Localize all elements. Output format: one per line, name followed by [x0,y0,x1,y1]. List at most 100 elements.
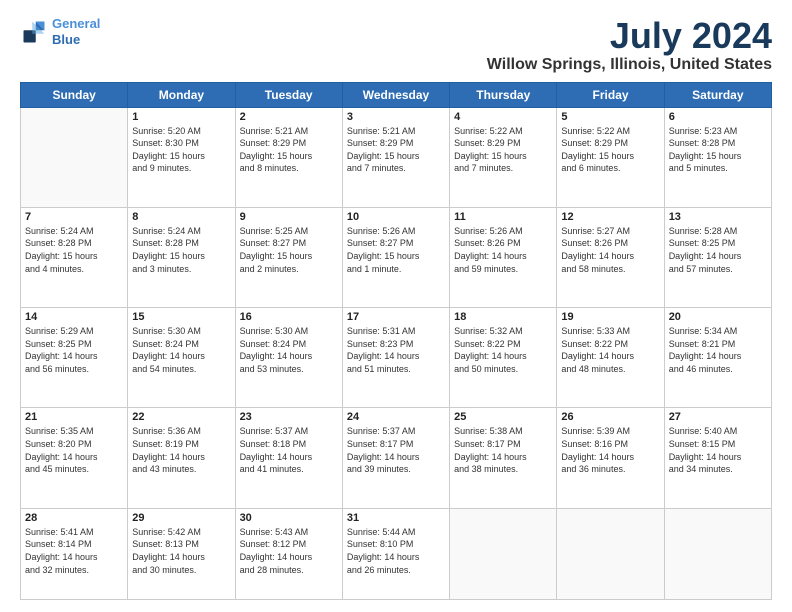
logo-text: General Blue [52,16,100,47]
day-info: Sunrise: 5:23 AM Sunset: 8:28 PM Dayligh… [669,125,767,175]
day-number: 29 [132,512,230,524]
day-info: Sunrise: 5:22 AM Sunset: 8:29 PM Dayligh… [454,125,552,175]
calendar-table: SundayMondayTuesdayWednesdayThursdayFrid… [20,82,772,600]
day-info: Sunrise: 5:37 AM Sunset: 8:17 PM Dayligh… [347,425,445,475]
day-number: 19 [561,311,659,323]
calendar-cell: 12 Sunrise: 5:27 AM Sunset: 8:26 PM Dayli… [557,207,664,307]
day-info: Sunrise: 5:28 AM Sunset: 8:25 PM Dayligh… [669,225,767,275]
day-info: Sunrise: 5:34 AM Sunset: 8:21 PM Dayligh… [669,325,767,375]
calendar-cell: 18 Sunrise: 5:32 AM Sunset: 8:22 PM Dayli… [450,308,557,408]
day-info: Sunrise: 5:38 AM Sunset: 8:17 PM Dayligh… [454,425,552,475]
calendar-day-header: Sunday [21,82,128,107]
logo-icon [20,18,48,46]
calendar-cell: 25 Sunrise: 5:38 AM Sunset: 8:17 PM Dayli… [450,408,557,508]
day-number: 22 [132,411,230,423]
calendar-cell: 17 Sunrise: 5:31 AM Sunset: 8:23 PM Dayli… [342,308,449,408]
calendar-cell: 10 Sunrise: 5:26 AM Sunset: 8:27 PM Dayli… [342,207,449,307]
calendar-cell [450,508,557,599]
calendar-day-header: Thursday [450,82,557,107]
calendar-week-row: 21 Sunrise: 5:35 AM Sunset: 8:20 PM Dayli… [21,408,772,508]
day-number: 31 [347,512,445,524]
day-number: 13 [669,211,767,223]
calendar-cell: 2Sunrise: 5:21 AM Sunset: 8:29 PM Daylig… [235,107,342,207]
calendar-header-row: SundayMondayTuesdayWednesdayThursdayFrid… [21,82,772,107]
day-info: Sunrise: 5:27 AM Sunset: 8:26 PM Dayligh… [561,225,659,275]
calendar-day-header: Monday [128,82,235,107]
day-number: 24 [347,411,445,423]
calendar-cell: 4 Sunrise: 5:22 AM Sunset: 8:29 PM Daylig… [450,107,557,207]
day-number: 25 [454,411,552,423]
day-number: 20 [669,311,767,323]
header: General Blue July 2024 Willow Springs, I… [20,16,772,74]
day-info: Sunrise: 5:41 AM Sunset: 8:14 PM Dayligh… [25,526,123,576]
logo: General Blue [20,16,100,47]
day-info: Sunrise: 5:42 AM Sunset: 8:13 PM Dayligh… [132,526,230,576]
calendar-cell: 20 Sunrise: 5:34 AM Sunset: 8:21 PM Dayli… [664,308,771,408]
day-number: 23 [240,411,338,423]
day-info: Sunrise: 5:24 AM Sunset: 8:28 PM Dayligh… [132,225,230,275]
calendar-day-header: Tuesday [235,82,342,107]
day-number: 17 [347,311,445,323]
calendar-day-header: Wednesday [342,82,449,107]
day-number: 1 [132,111,230,123]
calendar-day-header: Saturday [664,82,771,107]
day-number: 5 [561,111,659,123]
day-info: Sunrise: 5:43 AM Sunset: 8:12 PM Dayligh… [240,526,338,576]
day-info: Sunrise: 5:31 AM Sunset: 8:23 PM Dayligh… [347,325,445,375]
page: General Blue July 2024 Willow Springs, I… [0,0,792,612]
day-info: Sunrise: 5:30 AM Sunset: 8:24 PM Dayligh… [240,325,338,375]
day-number: 16 [240,311,338,323]
day-number: 4 [454,111,552,123]
day-number: 3 [347,111,445,123]
calendar-cell: 14Sunrise: 5:29 AM Sunset: 8:25 PM Dayli… [21,308,128,408]
calendar-cell: 19 Sunrise: 5:33 AM Sunset: 8:22 PM Dayli… [557,308,664,408]
calendar-cell: 8 Sunrise: 5:24 AM Sunset: 8:28 PM Daylig… [128,207,235,307]
calendar-cell: 1Sunrise: 5:20 AM Sunset: 8:30 PM Daylig… [128,107,235,207]
day-info: Sunrise: 5:44 AM Sunset: 8:10 PM Dayligh… [347,526,445,576]
calendar-cell: 29 Sunrise: 5:42 AM Sunset: 8:13 PM Dayli… [128,508,235,599]
day-number: 10 [347,211,445,223]
calendar-cell: 26 Sunrise: 5:39 AM Sunset: 8:16 PM Dayli… [557,408,664,508]
calendar-cell: 16 Sunrise: 5:30 AM Sunset: 8:24 PM Dayli… [235,308,342,408]
day-number: 21 [25,411,123,423]
day-number: 15 [132,311,230,323]
calendar-cell [664,508,771,599]
day-info: Sunrise: 5:32 AM Sunset: 8:22 PM Dayligh… [454,325,552,375]
day-info: Sunrise: 5:30 AM Sunset: 8:24 PM Dayligh… [132,325,230,375]
day-number: 12 [561,211,659,223]
logo-blue: Blue [52,32,80,47]
calendar-cell: 28Sunrise: 5:41 AM Sunset: 8:14 PM Dayli… [21,508,128,599]
calendar-cell: 21 Sunrise: 5:35 AM Sunset: 8:20 PM Dayli… [21,408,128,508]
day-number: 7 [25,211,123,223]
calendar-cell: 15 Sunrise: 5:30 AM Sunset: 8:24 PM Dayli… [128,308,235,408]
logo-general: General [52,16,100,31]
calendar-cell: 9Sunrise: 5:25 AM Sunset: 8:27 PM Daylig… [235,207,342,307]
calendar-week-row: 28Sunrise: 5:41 AM Sunset: 8:14 PM Dayli… [21,508,772,599]
calendar-cell: 23 Sunrise: 5:37 AM Sunset: 8:18 PM Dayli… [235,408,342,508]
day-info: Sunrise: 5:22 AM Sunset: 8:29 PM Dayligh… [561,125,659,175]
day-info: Sunrise: 5:36 AM Sunset: 8:19 PM Dayligh… [132,425,230,475]
day-number: 18 [454,311,552,323]
calendar-cell: 11Sunrise: 5:26 AM Sunset: 8:26 PM Dayli… [450,207,557,307]
calendar-week-row: 7 Sunrise: 5:24 AM Sunset: 8:28 PM Daylig… [21,207,772,307]
day-number: 26 [561,411,659,423]
day-number: 8 [132,211,230,223]
day-number: 27 [669,411,767,423]
calendar-week-row: 14Sunrise: 5:29 AM Sunset: 8:25 PM Dayli… [21,308,772,408]
calendar-cell: 30 Sunrise: 5:43 AM Sunset: 8:12 PM Dayli… [235,508,342,599]
day-info: Sunrise: 5:25 AM Sunset: 8:27 PM Dayligh… [240,225,338,275]
day-info: Sunrise: 5:35 AM Sunset: 8:20 PM Dayligh… [25,425,123,475]
day-info: Sunrise: 5:21 AM Sunset: 8:29 PM Dayligh… [240,125,338,175]
day-info: Sunrise: 5:26 AM Sunset: 8:27 PM Dayligh… [347,225,445,275]
calendar-cell: 3 Sunrise: 5:21 AM Sunset: 8:29 PM Daylig… [342,107,449,207]
day-info: Sunrise: 5:21 AM Sunset: 8:29 PM Dayligh… [347,125,445,175]
day-number: 30 [240,512,338,524]
calendar-cell: 27Sunrise: 5:40 AM Sunset: 8:15 PM Dayli… [664,408,771,508]
day-info: Sunrise: 5:37 AM Sunset: 8:18 PM Dayligh… [240,425,338,475]
day-info: Sunrise: 5:39 AM Sunset: 8:16 PM Dayligh… [561,425,659,475]
calendar-cell: 13 Sunrise: 5:28 AM Sunset: 8:25 PM Dayli… [664,207,771,307]
day-number: 14 [25,311,123,323]
calendar-cell: 7Sunrise: 5:24 AM Sunset: 8:28 PM Daylig… [21,207,128,307]
calendar-day-header: Friday [557,82,664,107]
day-info: Sunrise: 5:33 AM Sunset: 8:22 PM Dayligh… [561,325,659,375]
